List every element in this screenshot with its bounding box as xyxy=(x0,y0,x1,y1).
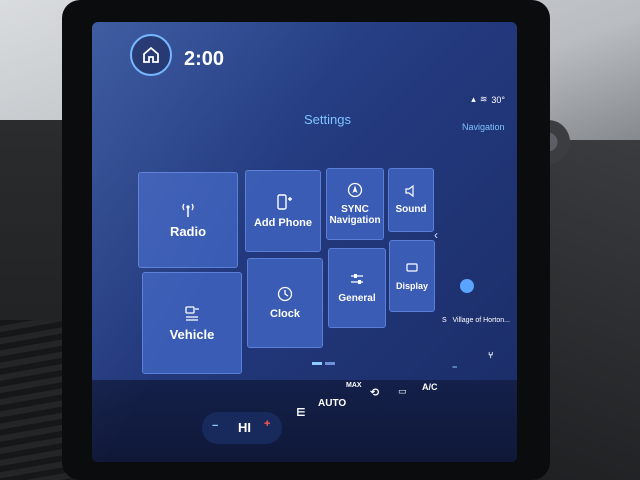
signal-icon: ▴ xyxy=(471,94,476,104)
auto-climate-button[interactable]: AUTO xyxy=(318,398,346,409)
navigation-arrow-icon xyxy=(460,279,474,293)
temperature-readout: 30° xyxy=(491,94,505,105)
home-icon xyxy=(143,46,159,63)
heading-direction: S xyxy=(442,317,447,324)
phone-add-icon xyxy=(277,193,292,210)
navigation-compass-icon xyxy=(347,182,363,197)
tile-general[interactable]: General xyxy=(328,248,386,328)
climate-bar xyxy=(92,380,517,462)
clock-readout: 2:00 xyxy=(184,48,225,70)
mini-map-panel[interactable]: S Village of Horton... xyxy=(442,247,512,347)
seat-heat-icon[interactable]: ▭ xyxy=(398,386,407,397)
home-button[interactable] xyxy=(130,34,172,76)
max-defrost-button[interactable]: MAX xyxy=(346,382,362,389)
infotainment-screen: 2:00 ▴ ≋ 30° Settings Navigation Radio A… xyxy=(92,22,517,462)
road-name: Village of Horton... xyxy=(452,317,510,324)
tile-label: Clock xyxy=(270,307,300,320)
status-bar: ▴ ≋ 30° xyxy=(471,94,505,105)
tile-label: General xyxy=(338,293,376,305)
fan-decrease-button[interactable]: − xyxy=(212,420,218,432)
defrost-rear-icon[interactable]: ⋿ xyxy=(296,406,306,419)
tile-label: Sound xyxy=(395,204,427,216)
tile-sound[interactable]: Sound xyxy=(388,168,434,232)
current-road: S Village of Horton... xyxy=(442,317,512,324)
recirculation-icon[interactable]: ⟲ xyxy=(370,386,379,399)
vehicle-settings-icon xyxy=(185,305,199,321)
tile-label: SYNC Navigation xyxy=(329,203,381,227)
page-title: Settings xyxy=(304,112,351,127)
tile-display[interactable]: Display xyxy=(389,240,435,312)
clock-icon xyxy=(277,286,293,301)
passenger-fan-decrease-button[interactable]: − xyxy=(452,362,457,372)
tile-label: Radio xyxy=(169,223,207,239)
page-dot[interactable] xyxy=(325,362,335,365)
tile-add-phone[interactable]: Add Phone xyxy=(245,170,321,252)
tile-radio[interactable]: Radio xyxy=(138,172,238,268)
radio-antenna-icon xyxy=(182,203,194,217)
air-vent xyxy=(0,320,70,480)
tile-label: Add Phone xyxy=(253,216,313,229)
fan-increase-button[interactable]: + xyxy=(264,418,270,430)
page-dot[interactable] xyxy=(312,362,322,365)
fan-speed-readout: HI xyxy=(238,420,251,435)
tile-label: Display xyxy=(395,280,428,291)
tile-label: Vehicle xyxy=(169,326,215,342)
tile-clock[interactable]: Clock xyxy=(247,258,323,348)
tile-sync-navigation[interactable]: SYNC Navigation xyxy=(326,168,384,240)
speaker-icon xyxy=(405,185,414,198)
tile-vehicle[interactable]: Vehicle xyxy=(142,272,242,374)
page-indicator xyxy=(312,362,335,365)
navigation-shortcut[interactable]: Navigation xyxy=(462,122,505,132)
sliders-icon xyxy=(351,274,363,285)
display-icon xyxy=(406,263,418,272)
wifi-icon: ≋ xyxy=(479,94,488,104)
passenger-seat-icon[interactable]: ⑂ xyxy=(488,350,493,360)
ac-button[interactable]: A/C xyxy=(422,382,438,392)
chevron-left-icon[interactable]: ‹ xyxy=(434,228,438,242)
